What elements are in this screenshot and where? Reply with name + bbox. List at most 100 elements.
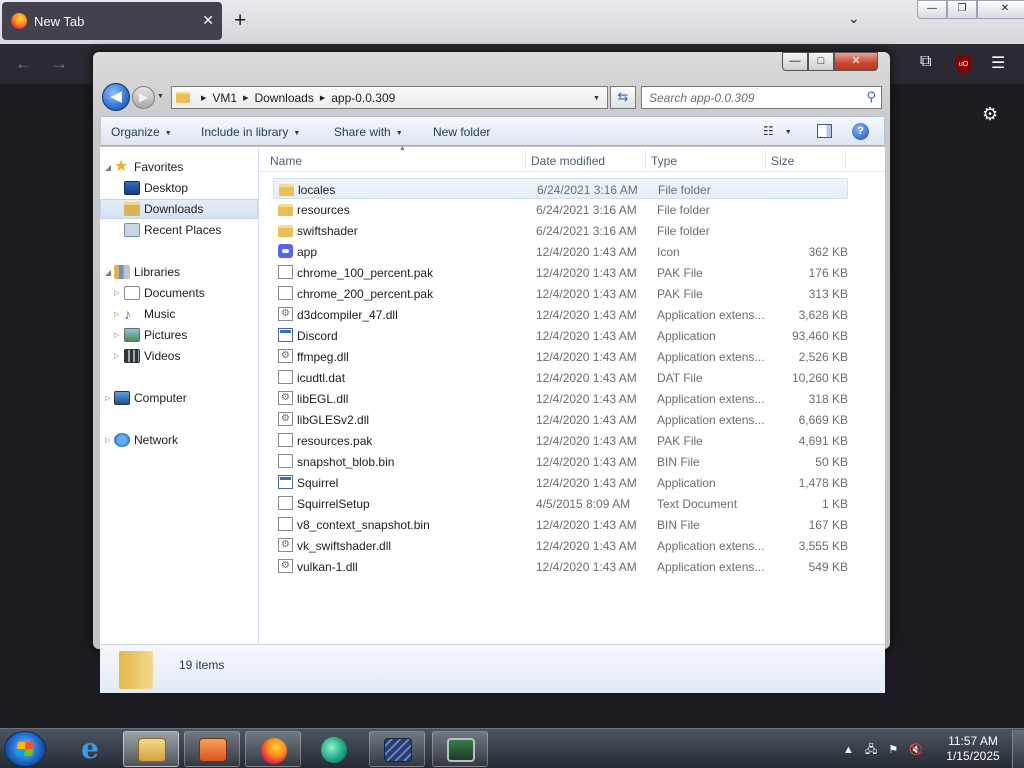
action-center-flag-icon[interactable]: ⚑ <box>888 744 898 756</box>
explorer-close-button[interactable]: ✕ <box>834 52 878 71</box>
file-row[interactable]: vulkan-1.dll 12/4/2020 1:43 AM Application… <box>273 556 848 577</box>
column-divider[interactable] <box>765 150 766 169</box>
extensions-puzzle-icon[interactable]: ⧉ <box>920 53 931 71</box>
taskbar-firefox[interactable] <box>245 731 301 767</box>
column-header-size[interactable]: Size <box>771 154 794 168</box>
newtab-settings-gear-icon[interactable]: ⚙ <box>982 104 998 125</box>
breadcrumb-separator-icon[interactable]: ▶ <box>243 94 248 102</box>
file-name: Discord <box>297 329 338 343</box>
expand-arrow-icon[interactable]: ▷ <box>114 331 119 339</box>
show-hidden-icons-arrow-icon[interactable]: ▲ <box>843 744 854 756</box>
explorer-back-button[interactable]: ◀ <box>102 83 130 111</box>
file-row[interactable]: app 12/4/2020 1:43 AM Icon 362 KB <box>273 241 848 262</box>
taskbar-windows-explorer[interactable] <box>123 731 179 767</box>
navigation-pane: ◢ ★ Favorites Desktop Downloads Recent P… <box>100 147 259 644</box>
share-with-button[interactable]: Share with ▼ <box>334 125 403 139</box>
search-input[interactable] <box>649 90 849 105</box>
minimize-button[interactable]: — <box>917 0 947 19</box>
help-icon[interactable]: ? <box>852 123 869 140</box>
nav-documents[interactable]: ▷ Documents <box>100 283 258 303</box>
search-box[interactable]: ⚲ <box>641 86 882 109</box>
hamburger-menu-icon[interactable]: ☰ <box>991 53 1005 73</box>
file-row[interactable]: d3dcompiler_47.dll 12/4/2020 1:43 AM Appli… <box>273 304 848 325</box>
file-row[interactable]: resources 6/24/2021 3:16 AM File folder <box>273 199 848 220</box>
show-desktop-button[interactable] <box>1012 730 1024 768</box>
column-header-name[interactable]: Name <box>270 154 302 168</box>
search-icon[interactable]: ⚲ <box>866 89 876 105</box>
expand-arrow-icon[interactable]: ▷ <box>114 289 119 297</box>
refresh-icon[interactable]: ⇆ <box>610 86 636 109</box>
taskbar-monitor-app[interactable] <box>432 731 488 767</box>
clock[interactable]: 11:57 AM 1/15/2025 <box>937 734 1009 764</box>
back-arrow-icon[interactable]: ← <box>15 54 32 74</box>
address-bar[interactable]: ▶ VM1 ▶ Downloads ▶ app-0.0.309 <box>171 86 608 109</box>
file-row[interactable]: Squirrel 12/4/2020 1:43 AM Application 1,47… <box>273 472 848 493</box>
taskbar-media-player[interactable] <box>184 731 240 767</box>
file-row[interactable]: resources.pak 12/4/2020 1:43 AM PAK File 4,… <box>273 430 848 451</box>
expand-arrow-icon[interactable]: ▷ <box>105 436 110 444</box>
breadcrumb-vm1[interactable]: VM1 <box>212 91 237 105</box>
breadcrumb-downloads[interactable]: Downloads <box>254 91 313 105</box>
change-view-button[interactable]: ☷ ▼ <box>763 124 792 138</box>
column-divider[interactable] <box>845 150 846 169</box>
file-row[interactable]: icudtl.dat 12/4/2020 1:43 AM DAT File 10,26… <box>273 367 848 388</box>
nav-network[interactable]: ▷ Network <box>100 430 258 450</box>
nav-pictures[interactable]: ▷ Pictures <box>100 325 258 345</box>
nav-computer[interactable]: ▷ Computer <box>100 388 258 408</box>
file-row[interactable]: SquirrelSetup 4/5/2015 8:09 AM Text Docume… <box>273 493 848 514</box>
taskbar-internet-explorer[interactable]: e <box>62 731 118 767</box>
file-row[interactable]: chrome_200_percent.pak 12/4/2020 1:43 AM P… <box>273 283 848 304</box>
expand-arrow-icon[interactable]: ▷ <box>105 394 110 402</box>
nav-downloads[interactable]: Downloads <box>100 199 258 219</box>
breadcrumb-separator-icon[interactable]: ▶ <box>320 94 325 102</box>
nav-libraries[interactable]: ◢ Libraries <box>100 262 258 282</box>
collapse-arrow-icon[interactable]: ◢ <box>105 268 111 277</box>
nav-favorites[interactable]: ◢ ★ Favorites <box>100 157 258 177</box>
file-row[interactable]: vk_swiftshader.dll 12/4/2020 1:43 AM Appli… <box>273 535 848 556</box>
start-button[interactable] <box>4 731 46 767</box>
volume-muted-icon[interactable]: 🔇 <box>909 744 923 756</box>
file-row[interactable]: v8_context_snapshot.bin 12/4/2020 1:43 AM… <box>273 514 848 535</box>
organize-button[interactable]: Organize ▼ <box>111 125 172 139</box>
column-divider[interactable] <box>645 150 646 169</box>
tab-new-tab[interactable]: New Tab ✕ <box>2 2 222 40</box>
file-row[interactable]: swiftshader 6/24/2021 3:16 AM File folder <box>273 220 848 241</box>
column-header-date-modified[interactable]: Date modified <box>531 154 605 168</box>
file-row[interactable]: libEGL.dll 12/4/2020 1:43 AM Application e… <box>273 388 848 409</box>
explorer-maximize-button[interactable]: □ <box>808 52 834 71</box>
explorer-forward-button[interactable]: ▶ <box>132 86 155 109</box>
file-row[interactable]: libGLESv2.dll 12/4/2020 1:43 AM Applicatio… <box>273 409 848 430</box>
explorer-minimize-button[interactable]: — <box>782 52 808 71</box>
ublock-origin-icon[interactable]: uO <box>956 56 971 73</box>
network-icon[interactable]: 🖧 <box>865 744 877 756</box>
collapse-arrow-icon[interactable]: ◢ <box>105 163 111 172</box>
file-row[interactable]: snapshot_blob.bin 12/4/2020 1:43 AM BIN Fi… <box>273 451 848 472</box>
close-button[interactable]: ✕ <box>977 0 1024 19</box>
breadcrumb-separator-icon[interactable]: ▶ <box>201 94 206 102</box>
address-history-chevron-down-icon[interactable]: ▼ <box>593 95 600 102</box>
nav-music[interactable]: ▷ ♪ Music <box>100 304 258 324</box>
column-header-type[interactable]: Type <box>651 154 677 168</box>
forward-arrow-icon[interactable]: → <box>51 54 68 74</box>
column-divider[interactable] <box>525 150 526 169</box>
list-all-tabs-chevron-down-icon[interactable]: ⌄ <box>848 10 860 27</box>
breadcrumb-app-folder[interactable]: app-0.0.309 <box>331 91 395 105</box>
expand-arrow-icon[interactable]: ▷ <box>114 310 119 318</box>
file-row[interactable]: Discord 12/4/2020 1:43 AM Application 93,46… <box>273 325 848 346</box>
recent-pages-chevron-down-icon[interactable]: ▼ <box>157 93 164 100</box>
nav-videos[interactable]: ▷ Videos <box>100 346 258 366</box>
file-row[interactable]: ffmpeg.dll 12/4/2020 1:43 AM Application e… <box>273 346 848 367</box>
new-folder-button[interactable]: New folder <box>433 125 490 139</box>
tab-close-icon[interactable]: ✕ <box>202 12 214 29</box>
nav-recent-places[interactable]: Recent Places <box>100 220 258 240</box>
nav-desktop[interactable]: Desktop <box>100 178 258 198</box>
file-row[interactable]: locales 6/24/2021 3:16 AM File folder <box>273 178 848 199</box>
file-row[interactable]: chrome_100_percent.pak 12/4/2020 1:43 AM P… <box>273 262 848 283</box>
taskbar-edge[interactable] <box>306 731 362 767</box>
new-tab-button[interactable]: + <box>234 9 246 33</box>
preview-pane-icon[interactable] <box>817 124 832 138</box>
expand-arrow-icon[interactable]: ▷ <box>114 352 119 360</box>
restore-button[interactable]: ❐ <box>947 0 977 19</box>
include-in-library-button[interactable]: Include in library ▼ <box>201 125 300 139</box>
taskbar-app[interactable] <box>369 731 425 767</box>
